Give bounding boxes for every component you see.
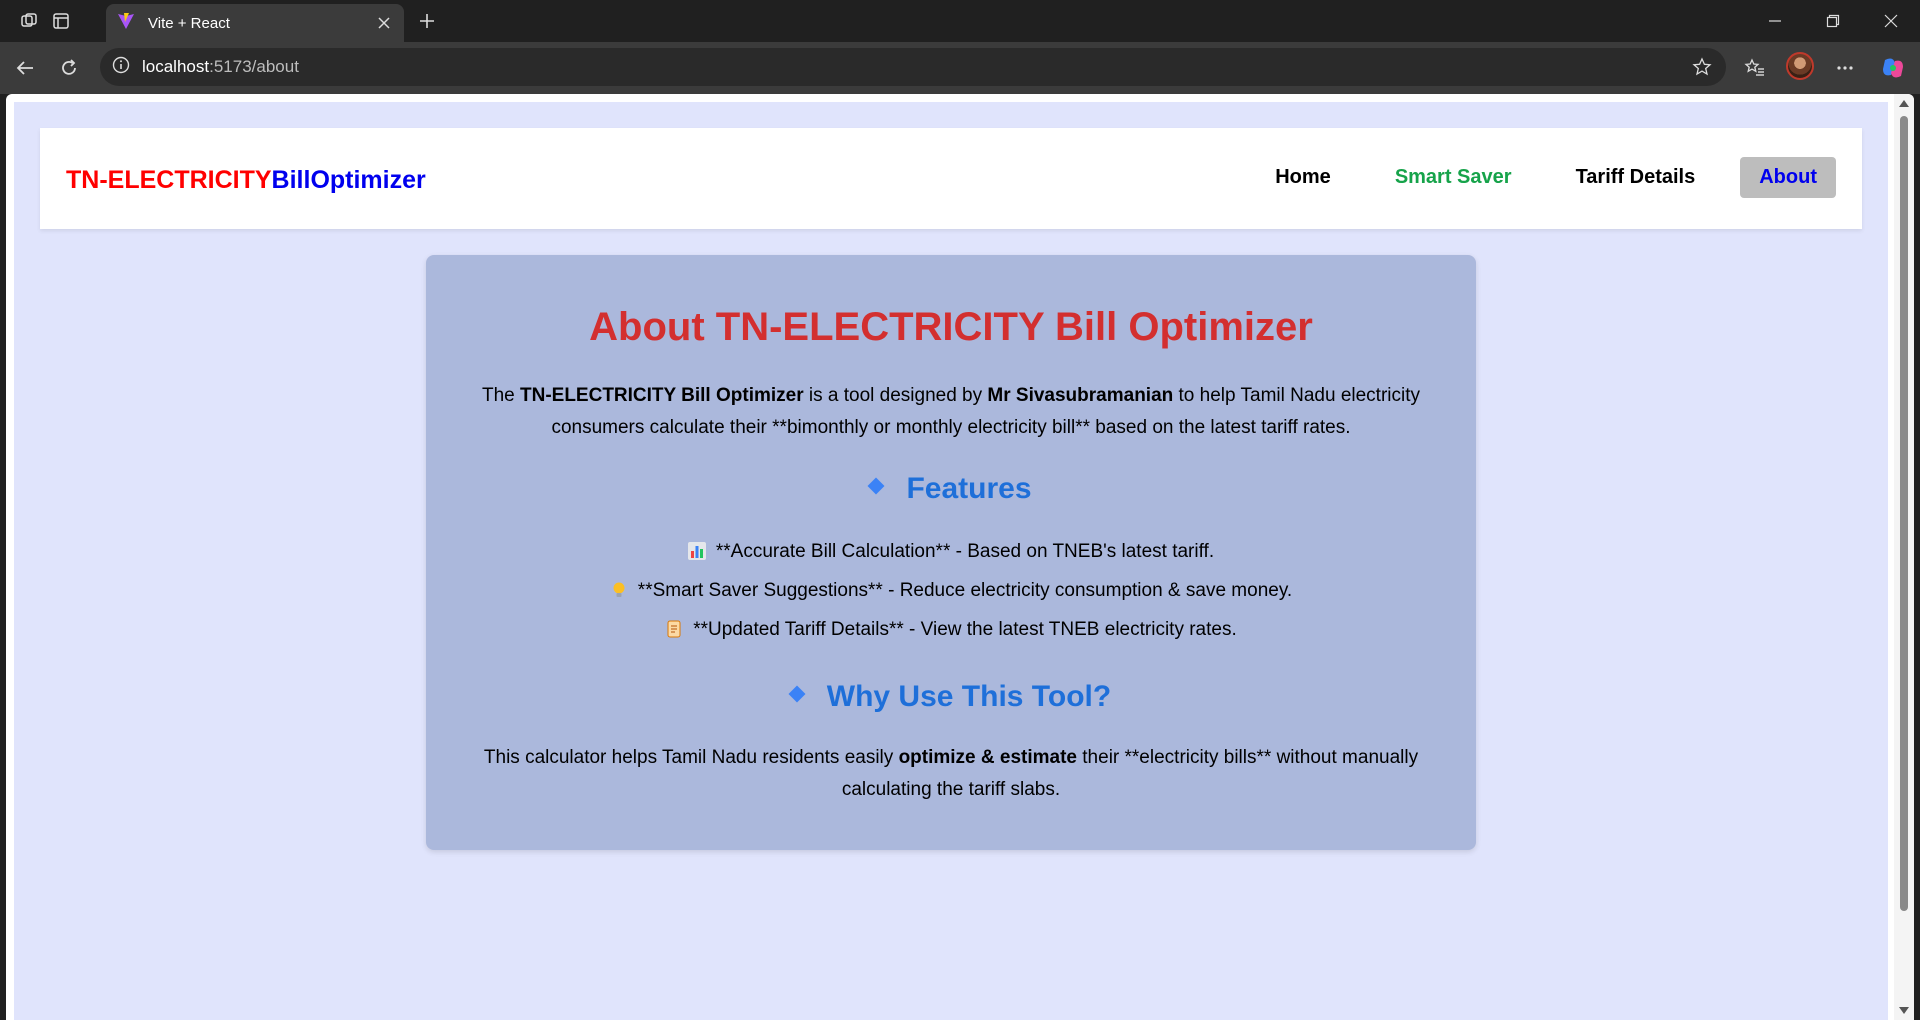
why-heading: Why Use This Tool? <box>426 680 1476 714</box>
feature-item: **Accurate Bill Calculation** - Based on… <box>426 538 1476 566</box>
features-heading: Features <box>426 472 1476 506</box>
intro-paragraph: The TN-ELECTRICITY Bill Optimizer is a t… <box>481 385 1421 438</box>
workspaces-icon[interactable] <box>16 8 42 34</box>
back-icon[interactable] <box>10 53 40 83</box>
about-card: About TN-ELECTRICITY Bill Optimizer The … <box>426 255 1476 850</box>
site-info-icon[interactable] <box>112 56 130 79</box>
scroll-thumb[interactable] <box>1900 116 1908 911</box>
new-tab-icon[interactable] <box>414 8 440 34</box>
page-viewport: TN-ELECTRICITYBillOptimizer Home Smart S… <box>6 94 1914 1020</box>
site-navbar: TN-ELECTRICITYBillOptimizer Home Smart S… <box>40 128 1862 229</box>
url-text: localhost:5173/about <box>142 57 299 76</box>
nav-link-smart-saver[interactable]: Smart Saver <box>1376 157 1531 198</box>
diamond-icon <box>788 685 806 703</box>
page-title: About TN-ELECTRICITY Bill Optimizer <box>589 305 1313 349</box>
profile-avatar[interactable] <box>1786 52 1814 80</box>
nav-links: Home Smart Saver Tariff Details About <box>1256 157 1836 198</box>
browser-toolbar: localhost:5173/about <box>0 42 1920 94</box>
feature-item: **Updated Tariff Details** - View the la… <box>426 616 1476 644</box>
brand-part-1: TN-ELECTRICITY <box>66 166 272 194</box>
restore-icon[interactable] <box>1804 0 1862 42</box>
favorite-star-icon[interactable] <box>1690 55 1714 79</box>
tab-title: Vite + React <box>148 14 230 32</box>
address-bar[interactable]: localhost:5173/about <box>100 48 1726 86</box>
copilot-icon[interactable] <box>1878 53 1908 83</box>
page-background: TN-ELECTRICITYBillOptimizer Home Smart S… <box>14 102 1888 1020</box>
brand-part-2: BillOptimizer <box>271 166 426 194</box>
scroll-up-icon[interactable] <box>1899 100 1909 107</box>
site-brand[interactable]: TN-ELECTRICITYBillOptimizer <box>66 166 426 195</box>
favorites-icon[interactable] <box>1740 53 1770 83</box>
tab-actions-icon[interactable] <box>48 8 74 34</box>
reload-icon[interactable] <box>54 53 84 83</box>
diamond-icon <box>867 477 885 495</box>
light-bulb-icon <box>610 580 628 598</box>
vite-logo-icon <box>116 11 136 36</box>
feature-item: **Smart Saver Suggestions** - Reduce ele… <box>426 577 1476 605</box>
nav-link-home[interactable]: Home <box>1256 157 1350 198</box>
bar-chart-icon <box>687 541 706 560</box>
close-tab-icon[interactable] <box>374 13 394 33</box>
scroll-icon <box>665 619 683 638</box>
why-paragraph: This calculator helps Tamil Nadu residen… <box>483 747 1419 800</box>
scroll-down-icon[interactable] <box>1899 1007 1909 1014</box>
vertical-scrollbar[interactable] <box>1894 94 1914 1020</box>
active-tab[interactable]: Vite + React <box>106 4 404 42</box>
close-window-icon[interactable] <box>1862 0 1920 42</box>
browser-tab-strip: Vite + React <box>0 0 1920 42</box>
nav-link-about[interactable]: About <box>1740 157 1836 198</box>
minimize-icon[interactable] <box>1746 0 1804 42</box>
nav-link-tariff-details[interactable]: Tariff Details <box>1557 157 1715 198</box>
more-options-icon[interactable] <box>1830 53 1860 83</box>
